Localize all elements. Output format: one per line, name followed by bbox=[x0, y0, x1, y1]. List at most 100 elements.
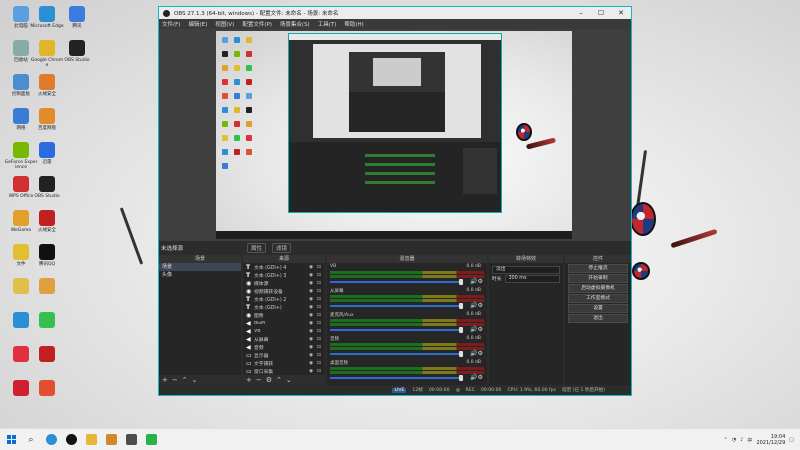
lock-icon[interactable]: ⊡ bbox=[317, 265, 325, 270]
eye-icon[interactable]: ◉ bbox=[309, 345, 317, 350]
source-item[interactable]: T 文本 (GDI+) 2 ◉ ⊡ bbox=[243, 295, 325, 303]
desktop-icon[interactable]: 腾讯 bbox=[60, 6, 94, 29]
lock-icon[interactable]: ⊡ bbox=[317, 297, 325, 302]
source-settings-icon[interactable]: ⚙ bbox=[266, 375, 272, 385]
slider-knob[interactable] bbox=[459, 327, 463, 333]
control-button[interactable]: 退出 bbox=[568, 314, 628, 323]
lock-icon[interactable]: ⊡ bbox=[317, 353, 325, 358]
control-button[interactable]: 开始录制 bbox=[568, 274, 628, 283]
source-item[interactable]: ▭ 文字捕获 ◉ ⊡ bbox=[243, 359, 325, 367]
wechat-icon[interactable] bbox=[142, 431, 160, 449]
desktop-icon[interactable] bbox=[30, 380, 64, 398]
obs-icon[interactable] bbox=[62, 431, 80, 449]
source-item[interactable]: ▭ 窗口采集 ◉ ⊡ bbox=[243, 367, 325, 375]
lock-icon[interactable]: ⊡ bbox=[317, 329, 325, 334]
tray-chevron-icon[interactable]: ⌃ bbox=[724, 437, 728, 443]
volume-icon[interactable]: ♪ bbox=[740, 437, 743, 443]
menu-item[interactable]: 场景集合(S) bbox=[280, 20, 310, 28]
source-item[interactable]: ◀ BGM ◉ ⊡ bbox=[243, 319, 325, 327]
remove-source-button[interactable]: − bbox=[256, 375, 262, 385]
settings-icon[interactable] bbox=[122, 431, 140, 449]
menu-item[interactable]: 文件(F) bbox=[162, 20, 180, 28]
move-down-icon[interactable]: ⌄ bbox=[192, 375, 198, 385]
add-scene-button[interactable]: + bbox=[162, 375, 168, 385]
slider-knob[interactable] bbox=[459, 279, 463, 285]
source-item[interactable]: ◉ 视频捕获设备 ◉ ⊡ bbox=[243, 287, 325, 295]
control-button[interactable]: 停止推流 bbox=[568, 264, 628, 273]
notification-icon[interactable]: ▢ bbox=[789, 437, 794, 443]
filters-button[interactable]: 滤镜 bbox=[272, 243, 292, 253]
source-item[interactable]: ◉ 媒体源 ◉ ⊡ bbox=[243, 279, 325, 287]
menu-item[interactable]: 编辑(E) bbox=[188, 20, 207, 28]
lock-icon[interactable]: ⊡ bbox=[317, 361, 325, 366]
wegame-icon[interactable] bbox=[102, 431, 120, 449]
slider-knob[interactable] bbox=[459, 303, 463, 309]
eye-icon[interactable]: ◉ bbox=[309, 297, 317, 302]
speaker-gear-icons[interactable]: 🔊⚙ bbox=[470, 326, 483, 333]
scene-item[interactable]: 场景 bbox=[159, 263, 241, 271]
eye-icon[interactable]: ◉ bbox=[309, 321, 317, 326]
control-button[interactable]: 工作室模式 bbox=[568, 294, 628, 303]
menu-item[interactable]: 帮助(H) bbox=[344, 20, 363, 28]
menu-item[interactable]: 配置文件(P) bbox=[242, 20, 272, 28]
lock-icon[interactable]: ⊡ bbox=[317, 345, 325, 350]
desktop-icon[interactable]: 迅雷 bbox=[30, 142, 64, 165]
source-item[interactable]: T 文本 (GDI+) 4 ◉ ⊡ bbox=[243, 263, 325, 271]
search-icon[interactable]: ⌕ bbox=[22, 431, 40, 449]
slider-knob[interactable] bbox=[459, 351, 463, 357]
eye-icon[interactable]: ◉ bbox=[309, 281, 317, 286]
slider-knob[interactable] bbox=[459, 375, 463, 381]
move-up-icon[interactable]: ⌃ bbox=[276, 375, 282, 385]
minimize-button[interactable]: – bbox=[571, 7, 591, 19]
desktop-icon[interactable]: Google Chrome bbox=[30, 40, 64, 68]
speaker-gear-icons[interactable]: 🔊⚙ bbox=[470, 350, 483, 357]
network-icon[interactable]: ◔ bbox=[732, 437, 736, 443]
eye-icon[interactable]: ◉ bbox=[309, 265, 317, 270]
volume-slider[interactable] bbox=[330, 327, 463, 333]
properties-button[interactable]: 属性 bbox=[247, 243, 267, 253]
eye-icon[interactable]: ◉ bbox=[309, 273, 317, 278]
lock-icon[interactable]: ⊡ bbox=[317, 369, 325, 374]
source-item[interactable]: ▭ 显示器 ◉ ⊡ bbox=[243, 351, 325, 359]
desktop-icon[interactable]: 百度网盘 bbox=[30, 108, 64, 131]
preview-canvas[interactable] bbox=[216, 31, 572, 239]
eye-icon[interactable]: ◉ bbox=[309, 369, 317, 374]
speaker-gear-icons[interactable]: 🔊⚙ bbox=[470, 302, 483, 309]
eye-icon[interactable]: ◉ bbox=[309, 337, 317, 342]
windows-start-icon[interactable] bbox=[2, 431, 20, 449]
volume-slider[interactable] bbox=[330, 351, 463, 357]
eye-icon[interactable]: ◉ bbox=[309, 305, 317, 310]
remove-scene-button[interactable]: − bbox=[172, 375, 178, 385]
desktop-icon[interactable] bbox=[30, 346, 64, 364]
desktop-icon[interactable] bbox=[30, 278, 64, 296]
volume-slider[interactable] bbox=[330, 303, 463, 309]
lock-icon[interactable]: ⊡ bbox=[317, 337, 325, 342]
desktop-icon[interactable]: OBS Studio bbox=[30, 176, 64, 199]
maximize-button[interactable]: ☐ bbox=[591, 7, 611, 19]
source-item[interactable]: T 文本 (GDI+) ◉ ⊡ bbox=[243, 303, 325, 311]
lock-icon[interactable]: ⊡ bbox=[317, 289, 325, 294]
desktop-icon[interactable]: 腾讯QQ bbox=[30, 244, 64, 267]
lock-icon[interactable]: ⊡ bbox=[317, 305, 325, 310]
lock-icon[interactable]: ⊡ bbox=[317, 273, 325, 278]
menu-item[interactable]: 工具(T) bbox=[318, 20, 337, 28]
volume-slider[interactable] bbox=[330, 279, 463, 285]
edge-icon[interactable] bbox=[42, 431, 60, 449]
desktop-icon[interactable]: 火绒安全 bbox=[30, 210, 64, 233]
speaker-gear-icons[interactable]: 🔊⚙ bbox=[470, 278, 483, 285]
source-item[interactable]: T 文本 (GDI+) 3 ◉ ⊡ bbox=[243, 271, 325, 279]
source-item[interactable]: ◀ 音频 ◉ ⊡ bbox=[243, 343, 325, 351]
speaker-gear-icons[interactable]: 🔊⚙ bbox=[470, 374, 483, 381]
eye-icon[interactable]: ◉ bbox=[309, 289, 317, 294]
eye-icon[interactable]: ◉ bbox=[309, 329, 317, 334]
control-button[interactable]: 设置 bbox=[568, 304, 628, 313]
source-item[interactable]: ◀ VB ◉ ⊡ bbox=[243, 327, 325, 335]
source-item[interactable]: ◉ 图像 ◉ ⊡ bbox=[243, 311, 325, 319]
add-source-button[interactable]: + bbox=[246, 375, 252, 385]
control-button[interactable]: 启动虚拟摄像机 bbox=[568, 284, 628, 293]
volume-slider[interactable] bbox=[330, 375, 463, 381]
desktop-icon[interactable]: 火绒安全 bbox=[30, 74, 64, 97]
clock[interactable]: 19:04 2021/12/29 bbox=[756, 434, 785, 446]
lock-icon[interactable]: ⊡ bbox=[317, 321, 325, 326]
desktop-icon[interactable]: Microsoft Edge bbox=[30, 6, 64, 29]
